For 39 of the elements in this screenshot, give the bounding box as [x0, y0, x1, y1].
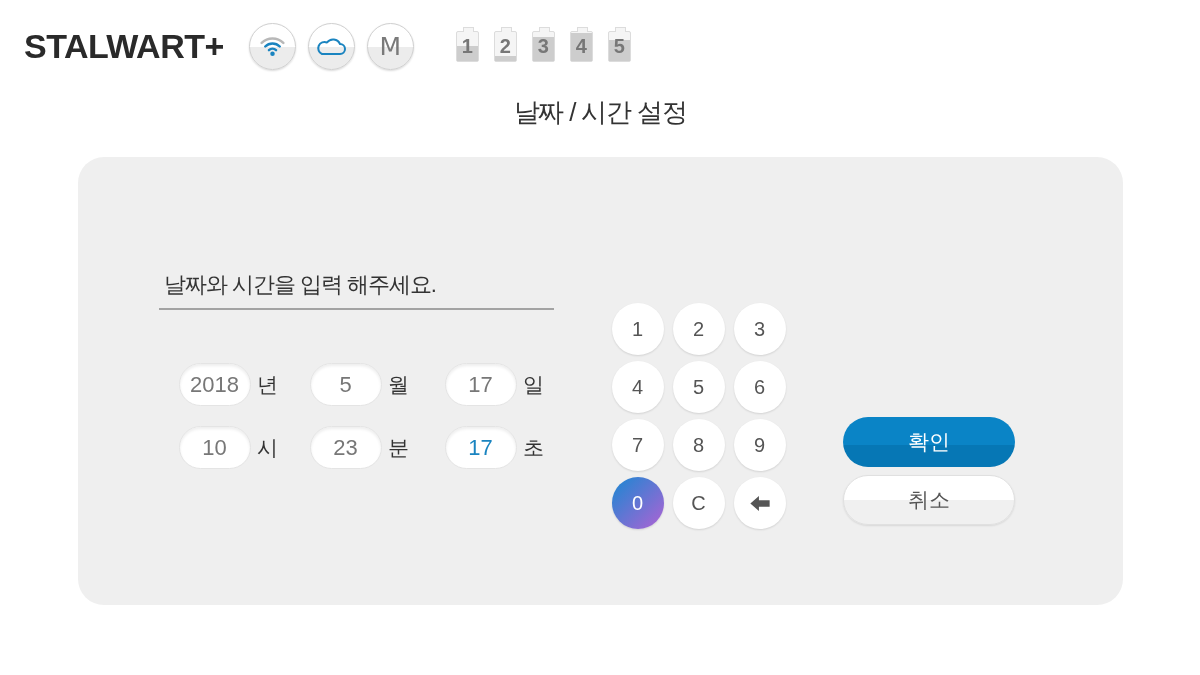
unit-label: 년	[256, 371, 278, 398]
number-field[interactable]: 5	[309, 363, 382, 406]
keypad-key[interactable]: 1	[611, 303, 664, 355]
logo-text: STALWART+	[24, 26, 224, 66]
keypad-key[interactable]: 9	[733, 419, 786, 471]
left-arrow-icon	[749, 495, 770, 511]
keypad-key[interactable]: C	[672, 477, 725, 529]
battery-number: 5	[613, 36, 625, 56]
number-field[interactable]: 23	[309, 426, 382, 469]
unit-label: 분	[387, 434, 409, 461]
keypad-key[interactable]: 5	[672, 361, 725, 413]
unit-label: 월	[387, 371, 409, 398]
number-field[interactable]: 17	[444, 363, 517, 406]
unit-label: 시	[256, 434, 278, 461]
page-title: 날짜 / 시간 설정	[513, 95, 687, 129]
keypad-key[interactable]: 3	[733, 303, 786, 355]
battery-number: 1	[461, 36, 473, 56]
confirm-button[interactable]: 확인	[842, 417, 1015, 467]
letter-button[interactable]: M	[366, 22, 414, 70]
cloud-button[interactable]	[307, 22, 355, 70]
keypad-key[interactable]: 6	[733, 361, 786, 413]
number-field[interactable]: 2018	[178, 363, 251, 406]
keypad-key[interactable]: 0	[611, 477, 664, 529]
battery-number: 3	[537, 36, 549, 56]
cloud-icon	[316, 36, 347, 56]
keypad-key[interactable]: 2	[672, 303, 725, 355]
cancel-button[interactable]: 취소	[842, 475, 1015, 525]
battery-number: 4	[575, 36, 587, 56]
number-field[interactable]: 10	[178, 426, 251, 469]
keypad-key[interactable]: 4	[611, 361, 664, 413]
unit-label: 초	[522, 434, 544, 461]
keypad-key[interactable]: 8	[672, 419, 725, 471]
battery-number: 2	[499, 36, 511, 56]
wifi-icon	[259, 36, 285, 56]
keypad-key[interactable]: 7	[611, 419, 664, 471]
number-field[interactable]: 17	[444, 426, 517, 469]
unit-label: 일	[522, 371, 544, 398]
wifi-button[interactable]	[248, 22, 296, 70]
instruction-text: 날짜와 시간을 입력 해주세요.	[163, 272, 436, 297]
